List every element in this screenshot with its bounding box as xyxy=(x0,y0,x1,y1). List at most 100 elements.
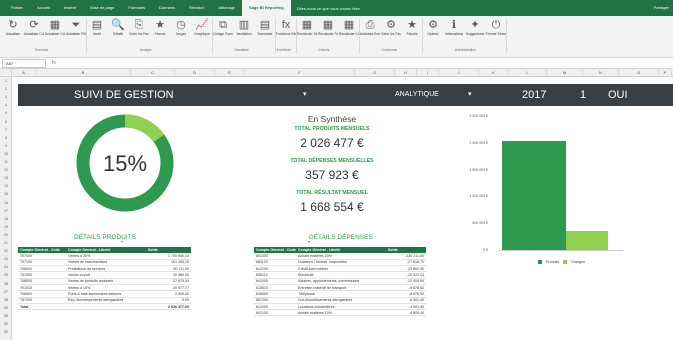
column-header-D[interactable]: D xyxy=(175,69,215,77)
row-header[interactable]: 28 xyxy=(0,298,12,302)
tab-6[interactable]: Révision xyxy=(182,0,211,16)
ribbon-button-3[interactable]: ⏷Actualiser Filtre xyxy=(66,18,86,36)
row-header[interactable]: 20 xyxy=(0,233,12,237)
row-header[interactable]: 6 xyxy=(0,120,12,124)
row-header[interactable]: 9 xyxy=(0,144,12,148)
column-header-F[interactable]: F xyxy=(245,69,355,77)
row-header[interactable]: 10 xyxy=(0,152,12,156)
select-all-corner[interactable] xyxy=(0,69,12,77)
tab-7[interactable]: Affichage xyxy=(211,0,242,16)
analytique-dropdown-icon[interactable]: ▾ xyxy=(468,84,472,106)
ribbon-button-21[interactable]: ℹ Informations xyxy=(444,18,464,36)
row-header[interactable]: 17 xyxy=(0,209,12,213)
column-header-J[interactable]: J xyxy=(439,69,479,77)
ribbon-button-1[interactable]: ⟳Actualiser Cube xyxy=(24,18,44,36)
row-header[interactable]: 1 xyxy=(0,79,12,83)
row-header[interactable]: 15 xyxy=(0,192,12,196)
tab-2[interactable]: Insérer xyxy=(57,0,83,16)
row-header[interactable]: 7 xyxy=(0,128,12,132)
bar-charges[interactable] xyxy=(566,230,608,250)
legend-label: Produits xyxy=(546,260,560,264)
ribbon-button-20[interactable]: ⚙ Options xyxy=(423,18,443,36)
ribbon-button-0[interactable]: ↻ Actualiser xyxy=(3,18,23,36)
ribbon-button-11[interactable]: ▥ Ventilation xyxy=(234,18,254,36)
row-header[interactable]: 21 xyxy=(0,241,12,245)
tab-5[interactable]: Données xyxy=(152,0,182,16)
column-header-M[interactable]: M xyxy=(547,69,583,77)
column-header-K[interactable]: K xyxy=(479,69,509,77)
row-header[interactable]: 23 xyxy=(0,257,12,261)
column-header-P[interactable]: P xyxy=(659,69,672,77)
row-header[interactable]: 4 xyxy=(0,103,12,107)
column-header-H[interactable]: H xyxy=(395,69,417,77)
ribbon-button-9[interactable]: 📈 Graphique xyxy=(192,18,212,36)
row-header[interactable]: 14 xyxy=(0,184,12,188)
tab-4[interactable]: Formules xyxy=(121,0,152,16)
column-header-C[interactable]: C xyxy=(131,69,175,77)
ribbon-button-7[interactable]: ★ Favoris xyxy=(150,18,170,36)
column-header-N[interactable]: N xyxy=(583,69,619,77)
row-header[interactable]: 13 xyxy=(0,176,12,180)
fx-icon[interactable]: fx xyxy=(52,59,56,68)
row-header[interactable]: 27 xyxy=(0,290,12,294)
row-header[interactable]: 22 xyxy=(0,249,12,253)
row-header[interactable]: 30 xyxy=(0,314,12,318)
column-header-L[interactable]: L xyxy=(509,69,547,77)
name-box[interactable]: A87 xyxy=(2,59,46,68)
row-header[interactable]: 24 xyxy=(0,265,12,269)
row-header[interactable]: 29 xyxy=(0,306,12,310)
ribbon-button-22[interactable]: ✦ Suggestions xyxy=(465,18,485,36)
bar-produits[interactable] xyxy=(502,141,566,250)
share-button[interactable]: Partager xyxy=(654,0,669,16)
column-header-E[interactable]: E xyxy=(215,69,245,77)
row-header[interactable]: 3 xyxy=(0,95,12,99)
ribbon-button-12[interactable]: ▤ Sommaire xyxy=(255,18,275,36)
year-value[interactable]: 2017 xyxy=(522,84,546,106)
tell-me-input[interactable]: Dites-nous ce que vous voulez faire xyxy=(297,6,360,11)
ribbon-group-divider xyxy=(359,19,360,53)
filter-dropdown-icon[interactable]: ▾ xyxy=(303,84,307,106)
ribbon-button-15[interactable]: ▦Recalculer Feuille xyxy=(318,18,338,36)
ribbon-button-19[interactable]: ★ Favoris xyxy=(402,18,422,36)
row-header[interactable]: 16 xyxy=(0,201,12,205)
ribbon-button-5[interactable]: 🔍 Détails xyxy=(108,18,128,36)
tab-0[interactable]: Fichier xyxy=(4,0,30,16)
row-header[interactable]: 19 xyxy=(0,225,12,229)
row-header[interactable]: 5 xyxy=(0,111,12,115)
row-header[interactable]: 31 xyxy=(0,322,12,326)
table-row[interactable]: 602100 Achats matières 10% -4 805,40 xyxy=(254,309,426,317)
column-header-I[interactable]: I xyxy=(417,69,439,77)
dashboard-banner: SUIVI DE GESTION ▾ ANALYTIQUE ▾ 2017 1 O… xyxy=(18,84,673,106)
tab-8[interactable]: Sage BI Reporting xyxy=(242,0,291,16)
flag-value[interactable]: OUI xyxy=(608,84,628,106)
ribbon-button-label: Sommaire xyxy=(257,32,273,36)
column-header-B[interactable]: B xyxy=(36,69,131,77)
row-header[interactable]: 32 xyxy=(0,330,12,334)
row-header[interactable]: 2 xyxy=(0,87,12,91)
row-header[interactable]: 12 xyxy=(0,168,12,172)
ribbon-button-6[interactable]: ⎘Créer les Favoris xyxy=(129,18,149,36)
resultat-label: TOTAL RÉSULTAT MENSUEL xyxy=(296,190,368,196)
ribbon-group-divider xyxy=(422,19,423,53)
tab-3[interactable]: Mise en page xyxy=(83,0,121,16)
ribbon-button-14[interactable]: ▦Recalculer Sélection xyxy=(297,18,317,36)
tab-1[interactable]: Accueil xyxy=(30,0,57,16)
month-value[interactable]: 1 xyxy=(580,84,586,106)
row-header[interactable]: 8 xyxy=(0,136,12,140)
column-header-O[interactable]: O xyxy=(619,69,659,77)
column-header-G[interactable]: G xyxy=(355,69,395,77)
ribbon-button-16[interactable]: ▦Recalculer Classeur xyxy=(339,18,359,36)
row-header[interactable]: 25 xyxy=(0,273,12,277)
ribbon-button-17[interactable]: ⎙Assistant Écriture xyxy=(360,18,380,36)
ribbon-button-13[interactable]: fxFonctions Paramétrables xyxy=(276,18,296,36)
ribbon-button-23[interactable]: ⏻Fermer Session xyxy=(486,18,506,36)
row-header[interactable]: 18 xyxy=(0,217,12,221)
ribbon-button-10[interactable]: ⧉Collage Formule xyxy=(213,18,233,36)
row-header[interactable]: 11 xyxy=(0,160,12,164)
row-header[interactable]: 26 xyxy=(0,282,12,286)
ribbon-button-18[interactable]: ⚙Gérer les Favoris xyxy=(381,18,401,36)
ribbon-button-2[interactable]: ▦Actualiser Cube xyxy=(45,18,65,36)
ribbon-button-8[interactable]: ◷ Jauges xyxy=(171,18,191,36)
column-header-A[interactable]: A xyxy=(12,69,36,77)
ribbon-button-4[interactable]: ▤ Audit xyxy=(87,18,107,36)
